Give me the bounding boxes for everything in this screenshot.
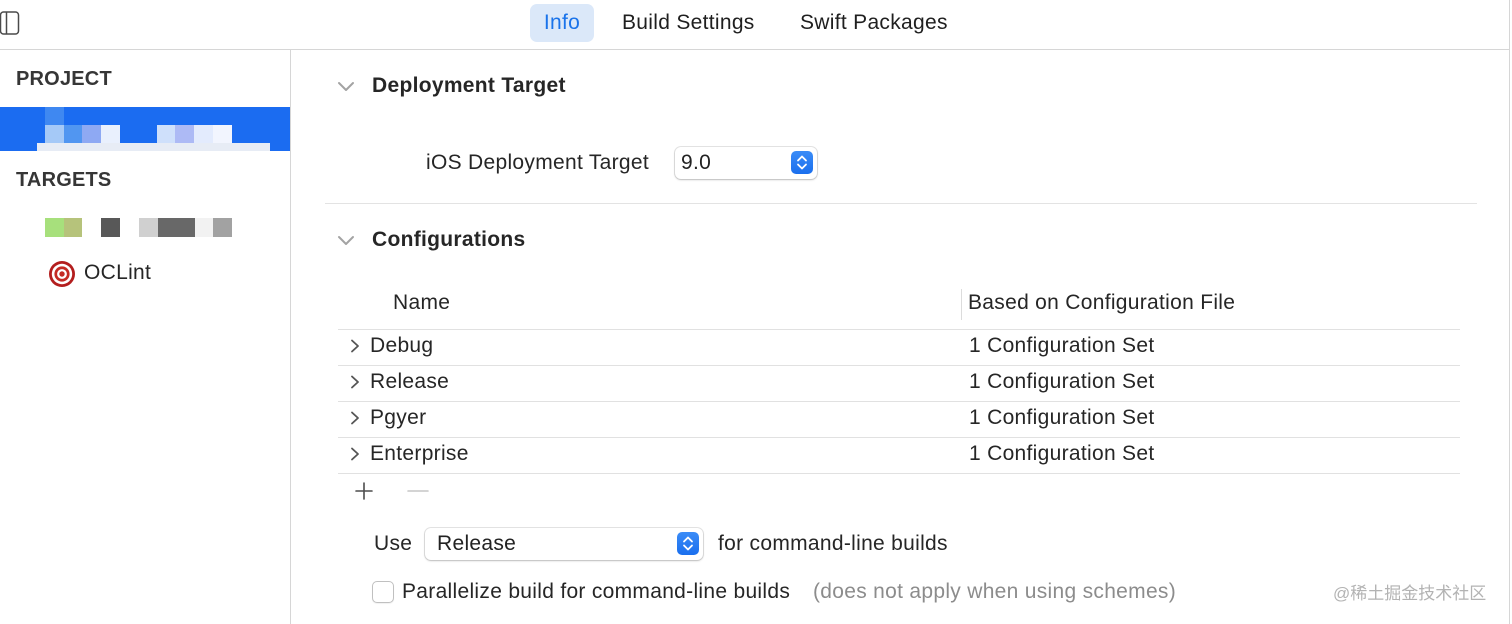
- configuration-name: Enterprise: [370, 442, 469, 465]
- column-header-based-on[interactable]: Based on Configuration File: [968, 289, 1235, 317]
- chevron-right-icon[interactable]: [349, 410, 361, 426]
- project-section-header: PROJECT: [16, 68, 112, 90]
- column-header-name[interactable]: Name: [393, 289, 450, 317]
- obscured-name-pixel: [37, 143, 270, 151]
- obscured-name-pixel: [195, 218, 213, 237]
- obscured-name-pixel: [158, 218, 195, 237]
- ios-deployment-target-popup[interactable]: 9.0: [675, 147, 817, 179]
- section-divider: [325, 203, 1477, 204]
- obscured-name-pixel: [157, 125, 175, 143]
- ios-deployment-target-label: iOS Deployment Target: [426, 151, 650, 174]
- parallelize-label[interactable]: Parallelize build for command-line build…: [402, 577, 790, 607]
- use-label: Use: [374, 532, 413, 555]
- parallelize-checkbox[interactable]: [372, 581, 394, 603]
- obscured-name-pixel: [194, 125, 213, 143]
- obscured-name-pixel: [64, 218, 82, 237]
- tab-info[interactable]: Info: [530, 4, 594, 42]
- minus-icon[interactable]: [406, 481, 430, 501]
- tab-build-settings[interactable]: Build Settings: [622, 4, 755, 42]
- configuration-based-on: 1 Configuration Set: [969, 406, 1155, 429]
- xcode-project-editor: Info Build Settings Swift Packages PROJE…: [0, 0, 1512, 624]
- watermark: @稀土掘金技术社区: [1333, 584, 1487, 603]
- command-line-configuration-popup[interactable]: Release: [425, 528, 703, 560]
- obscured-name-pixel: [139, 218, 158, 237]
- configuration-based-on: 1 Configuration Set: [969, 334, 1155, 357]
- configuration-name: Pgyer: [370, 406, 427, 429]
- up-down-chevron-icon: [797, 155, 807, 170]
- chevron-right-icon[interactable]: [349, 374, 361, 390]
- sidebar-toggle-icon[interactable]: [0, 11, 21, 36]
- window-right-edge: [1509, 0, 1510, 624]
- table-header: Name Based on Configuration File: [338, 289, 1460, 330]
- obscured-name-pixel: [45, 107, 64, 125]
- target-icon: [49, 261, 75, 287]
- command-line-configuration-value: Release: [437, 532, 517, 555]
- target-row-oclint[interactable]: OCLint: [0, 257, 290, 290]
- configurations-section-title: Configurations: [372, 228, 526, 251]
- configuration-name: Release: [370, 370, 450, 393]
- chevron-down-icon[interactable]: [336, 80, 356, 94]
- column-divider[interactable]: [961, 289, 962, 320]
- configuration-based-on: 1 Configuration Set: [969, 442, 1155, 465]
- target-row-obscured[interactable]: [0, 211, 290, 244]
- up-down-chevron-icon: [683, 536, 693, 551]
- chevron-right-icon[interactable]: [349, 338, 361, 354]
- chevron-right-icon[interactable]: [349, 446, 361, 462]
- configurations-table: Name Based on Configuration File Debug 1…: [338, 289, 1460, 474]
- command-line-suffix-label: for command-line builds: [718, 532, 948, 555]
- obscured-name-pixel: [213, 218, 232, 237]
- configuration-name: Debug: [370, 334, 434, 357]
- editor-tab-bar: [0, 0, 1510, 50]
- table-row[interactable]: Debug 1 Configuration Set: [338, 330, 1460, 366]
- table-row[interactable]: Release 1 Configuration Set: [338, 366, 1460, 402]
- obscured-name-pixel: [82, 125, 101, 143]
- parallelize-note: (does not apply when using schemes): [813, 580, 1177, 603]
- target-label: OCLint: [84, 261, 152, 284]
- obscured-name-pixel: [213, 125, 232, 143]
- table-row[interactable]: Enterprise 1 Configuration Set: [338, 438, 1460, 474]
- configuration-based-on: 1 Configuration Set: [969, 370, 1155, 393]
- deployment-target-section-title: Deployment Target: [372, 74, 566, 97]
- chevron-down-icon[interactable]: [336, 234, 356, 248]
- popup-stepper[interactable]: [677, 532, 699, 555]
- obscured-name-pixel: [64, 125, 82, 143]
- obscured-name-pixel: [45, 125, 64, 143]
- popup-stepper[interactable]: [791, 151, 813, 174]
- targets-section-header: TARGETS: [16, 169, 112, 191]
- obscured-name-pixel: [45, 218, 64, 237]
- plus-icon[interactable]: [354, 481, 374, 501]
- ios-deployment-target-value: 9.0: [681, 151, 712, 174]
- obscured-name-pixel: [101, 218, 120, 237]
- project-row[interactable]: [0, 107, 290, 151]
- table-row[interactable]: Pgyer 1 Configuration Set: [338, 402, 1460, 438]
- obscured-name-pixel: [175, 125, 194, 143]
- tab-swift-packages[interactable]: Swift Packages: [800, 4, 948, 42]
- obscured-name-pixel: [101, 125, 120, 143]
